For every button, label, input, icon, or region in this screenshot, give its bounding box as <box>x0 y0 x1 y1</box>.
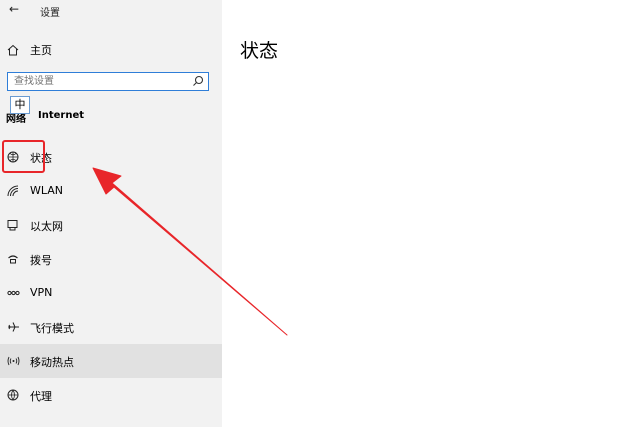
sidebar-item-label: 移动热点 <box>30 356 74 369</box>
search-box[interactable] <box>7 72 209 91</box>
section-title: Internet <box>38 110 85 121</box>
sidebar-item-label: 代理 <box>30 390 52 403</box>
search-input[interactable] <box>14 74 164 88</box>
sidebar-item-wlan[interactable]: WLAN <box>0 174 222 208</box>
hotspot-icon <box>7 356 20 366</box>
sidebar-item-proxy[interactable]: 代理 <box>0 378 222 412</box>
vpn-icon <box>7 290 20 296</box>
sidebar-item-label: VPN <box>30 286 53 299</box>
sidebar-item-ethernet[interactable]: 以太网 <box>0 208 222 242</box>
wifi-icon <box>7 185 19 197</box>
sidebar: ← 设置 主页 网络 中 Internet 状态 WLAN <box>0 0 222 427</box>
ime-indicator: 中 <box>10 96 30 114</box>
ethernet-icon <box>7 220 18 231</box>
title-bar: ← 设置 <box>0 0 222 22</box>
home-icon <box>7 44 19 56</box>
main-content: 状态 <box>222 0 640 427</box>
home-nav-item[interactable]: 主页 <box>0 38 222 62</box>
search-icon[interactable] <box>192 75 204 87</box>
sidebar-item-label: 以太网 <box>30 220 63 233</box>
proxy-icon <box>7 389 19 401</box>
annotation-highlight-box <box>2 140 45 173</box>
page-title: 状态 <box>240 40 279 62</box>
sidebar-item-mobile-hotspot[interactable]: 移动热点 <box>0 344 222 378</box>
home-label: 主页 <box>30 44 52 57</box>
sidebar-item-label: 拨号 <box>30 254 52 267</box>
sidebar-item-airplane-mode[interactable]: 飞行模式 <box>0 310 222 344</box>
dialup-icon <box>8 255 18 264</box>
sidebar-item-dialup[interactable]: 拨号 <box>0 242 222 276</box>
back-arrow-icon[interactable]: ← <box>9 2 19 16</box>
airplane-icon <box>8 322 19 332</box>
app-title: 设置 <box>40 8 60 19</box>
sidebar-item-vpn[interactable]: VPN <box>0 276 222 310</box>
sidebar-item-label: WLAN <box>30 184 64 197</box>
sidebar-item-label: 飞行模式 <box>30 322 74 335</box>
